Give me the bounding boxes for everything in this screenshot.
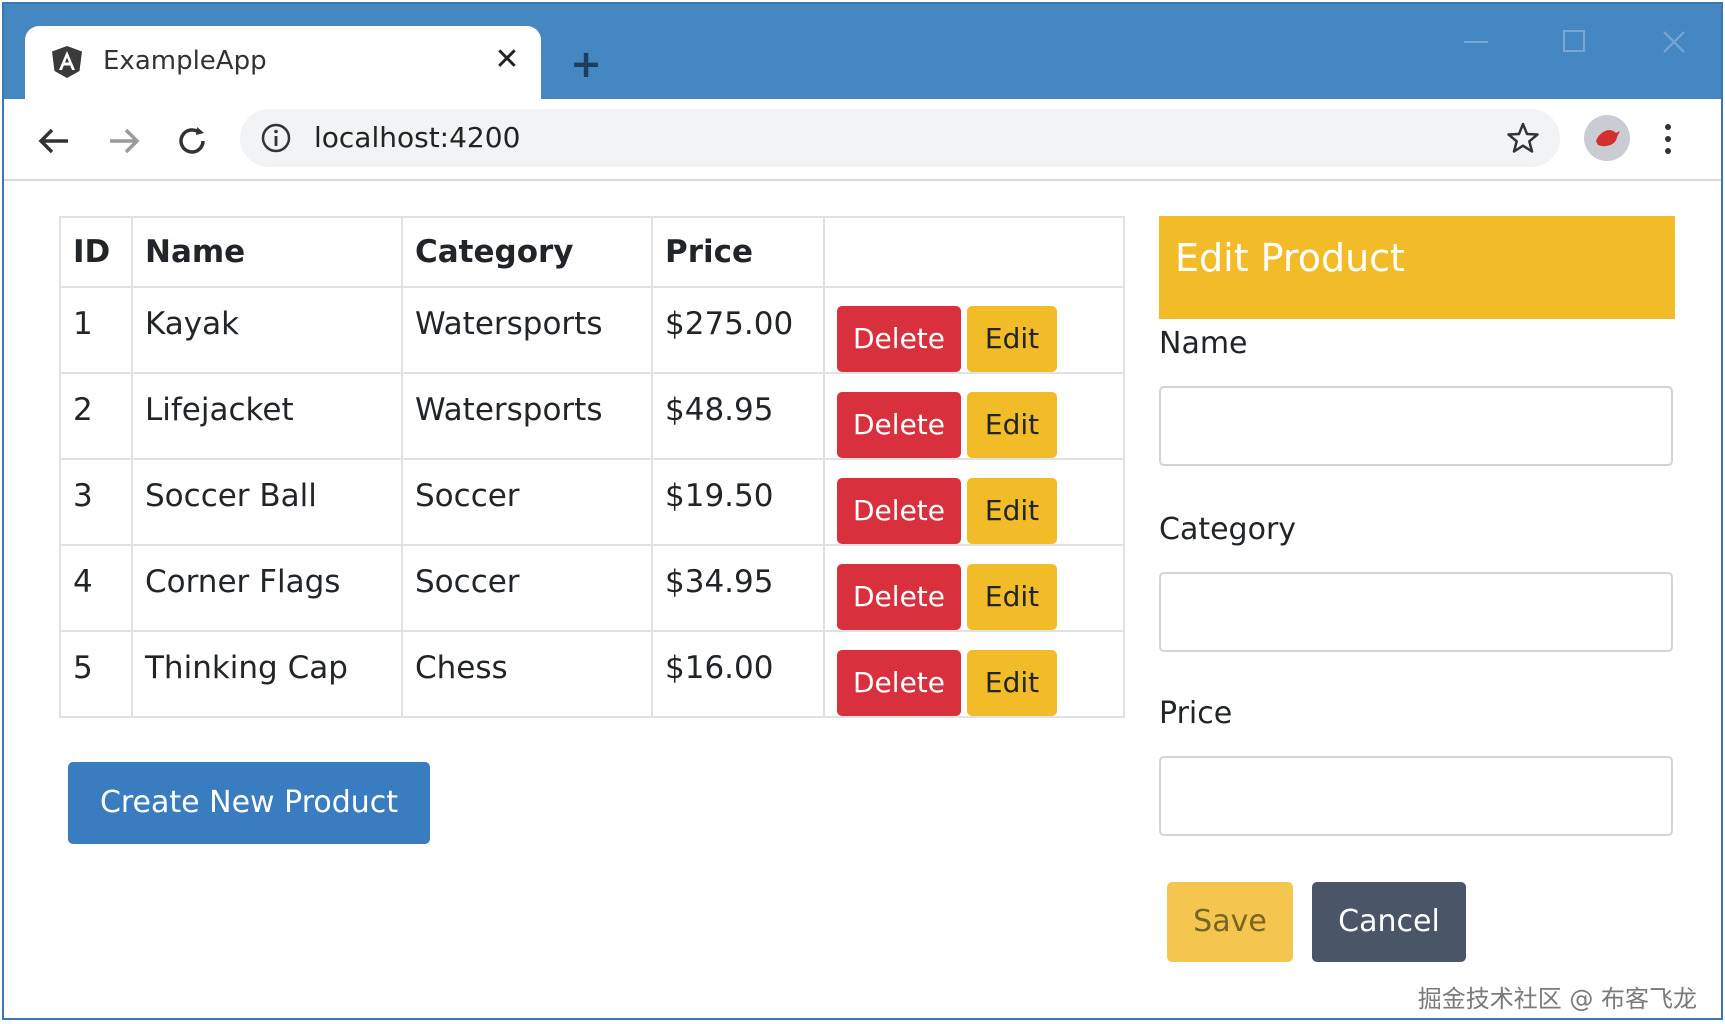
cell-category: Chess <box>401 630 653 718</box>
profile-avatar[interactable] <box>1584 115 1630 161</box>
edit-button[interactable]: Edit <box>967 650 1057 716</box>
header-id: ID <box>59 216 133 288</box>
cell-id: 3 <box>59 458 133 546</box>
table-row: 2 Lifejacket Watersports $48.95 Delete Ed… <box>59 372 1125 460</box>
close-tab-icon[interactable]: ✕ <box>489 42 525 78</box>
cell-actions: Delete Edit <box>823 286 1125 374</box>
browser-toolbar: localhost:4200 <box>4 99 1721 181</box>
cancel-button[interactable]: Cancel <box>1312 882 1466 962</box>
cell-actions: Delete Edit <box>823 630 1125 718</box>
create-product-button[interactable]: Create New Product <box>68 762 430 844</box>
category-label: Category <box>1159 512 1297 547</box>
watermark-text: 掘金技术社区 @ 布客飞龙 <box>1417 985 1697 1013</box>
cell-name: Kayak <box>131 286 403 374</box>
edit-panel-title: Edit Product <box>1159 216 1675 319</box>
table-header-row: ID Name Category Price <box>59 216 1125 288</box>
table-row: 5 Thinking Cap Chess $16.00 Delete Edit <box>59 630 1125 718</box>
reload-icon[interactable] <box>172 121 212 161</box>
header-price: Price <box>651 216 825 288</box>
address-bar[interactable]: localhost:4200 <box>240 109 1560 167</box>
edit-button[interactable]: Edit <box>967 564 1057 630</box>
back-arrow-icon[interactable] <box>34 121 74 161</box>
price-label: Price <box>1159 696 1233 731</box>
delete-button[interactable]: Delete <box>837 306 961 372</box>
cell-id: 5 <box>59 630 133 718</box>
angular-logo-icon <box>52 46 82 78</box>
delete-button[interactable]: Delete <box>837 392 961 458</box>
bookmark-star-icon[interactable] <box>1506 121 1540 155</box>
cell-price: $16.00 <box>651 630 825 718</box>
cell-name: Thinking Cap <box>131 630 403 718</box>
table-row: 1 Kayak Watersports $275.00 Delete Edit <box>59 286 1125 374</box>
save-button[interactable]: Save <box>1167 882 1293 962</box>
cell-price: $34.95 <box>651 544 825 632</box>
more-menu-icon[interactable] <box>1660 121 1676 157</box>
cell-category: Soccer <box>401 544 653 632</box>
header-name: Name <box>131 216 403 288</box>
cell-category: Watersports <box>401 372 653 460</box>
new-tab-icon[interactable]: + <box>566 44 606 84</box>
cell-id: 2 <box>59 372 133 460</box>
edit-button[interactable]: Edit <box>967 478 1057 544</box>
cell-name: Lifejacket <box>131 372 403 460</box>
forward-arrow-icon[interactable] <box>104 121 144 161</box>
products-table: ID Name Category Price 1 Kayak Waterspor… <box>59 216 1125 718</box>
cell-category: Watersports <box>401 286 653 374</box>
edit-button[interactable]: Edit <box>967 306 1057 372</box>
cell-actions: Delete Edit <box>823 458 1125 546</box>
cell-category: Soccer <box>401 458 653 546</box>
header-actions <box>823 216 1125 288</box>
price-input[interactable] <box>1159 756 1673 836</box>
bird-icon <box>1596 130 1620 147</box>
delete-button[interactable]: Delete <box>837 650 961 716</box>
page-content: ID Name Category Price 1 Kayak Waterspor… <box>4 180 1721 1020</box>
cell-price: $19.50 <box>651 458 825 546</box>
cell-id: 4 <box>59 544 133 632</box>
table-row: 3 Soccer Ball Soccer $19.50 Delete Edit <box>59 458 1125 546</box>
tab-title: ExampleApp <box>103 46 267 76</box>
cell-name: Corner Flags <box>131 544 403 632</box>
browser-window: ExampleApp ✕ + localhost:4200 ID Name Ca… <box>2 2 1723 1020</box>
table-row: 4 Corner Flags Soccer $34.95 Delete Edit <box>59 544 1125 632</box>
edit-button[interactable]: Edit <box>967 392 1057 458</box>
header-category: Category <box>401 216 653 288</box>
window-close-icon[interactable] <box>1654 24 1694 60</box>
cell-price: $48.95 <box>651 372 825 460</box>
maximize-icon[interactable] <box>1554 24 1594 60</box>
delete-button[interactable]: Delete <box>837 478 961 544</box>
cell-actions: Delete Edit <box>823 372 1125 460</box>
name-label: Name <box>1159 326 1248 361</box>
name-input[interactable] <box>1159 386 1673 466</box>
browser-tab[interactable]: ExampleApp ✕ <box>25 26 541 102</box>
minimize-icon[interactable] <box>1456 24 1496 60</box>
tab-strip: ExampleApp ✕ + <box>4 4 1721 102</box>
category-input[interactable] <box>1159 572 1673 652</box>
cell-id: 1 <box>59 286 133 374</box>
cell-actions: Delete Edit <box>823 544 1125 632</box>
delete-button[interactable]: Delete <box>837 564 961 630</box>
url-text: localhost:4200 <box>314 121 521 154</box>
cell-price: $275.00 <box>651 286 825 374</box>
site-info-icon[interactable] <box>260 122 292 154</box>
cell-name: Soccer Ball <box>131 458 403 546</box>
